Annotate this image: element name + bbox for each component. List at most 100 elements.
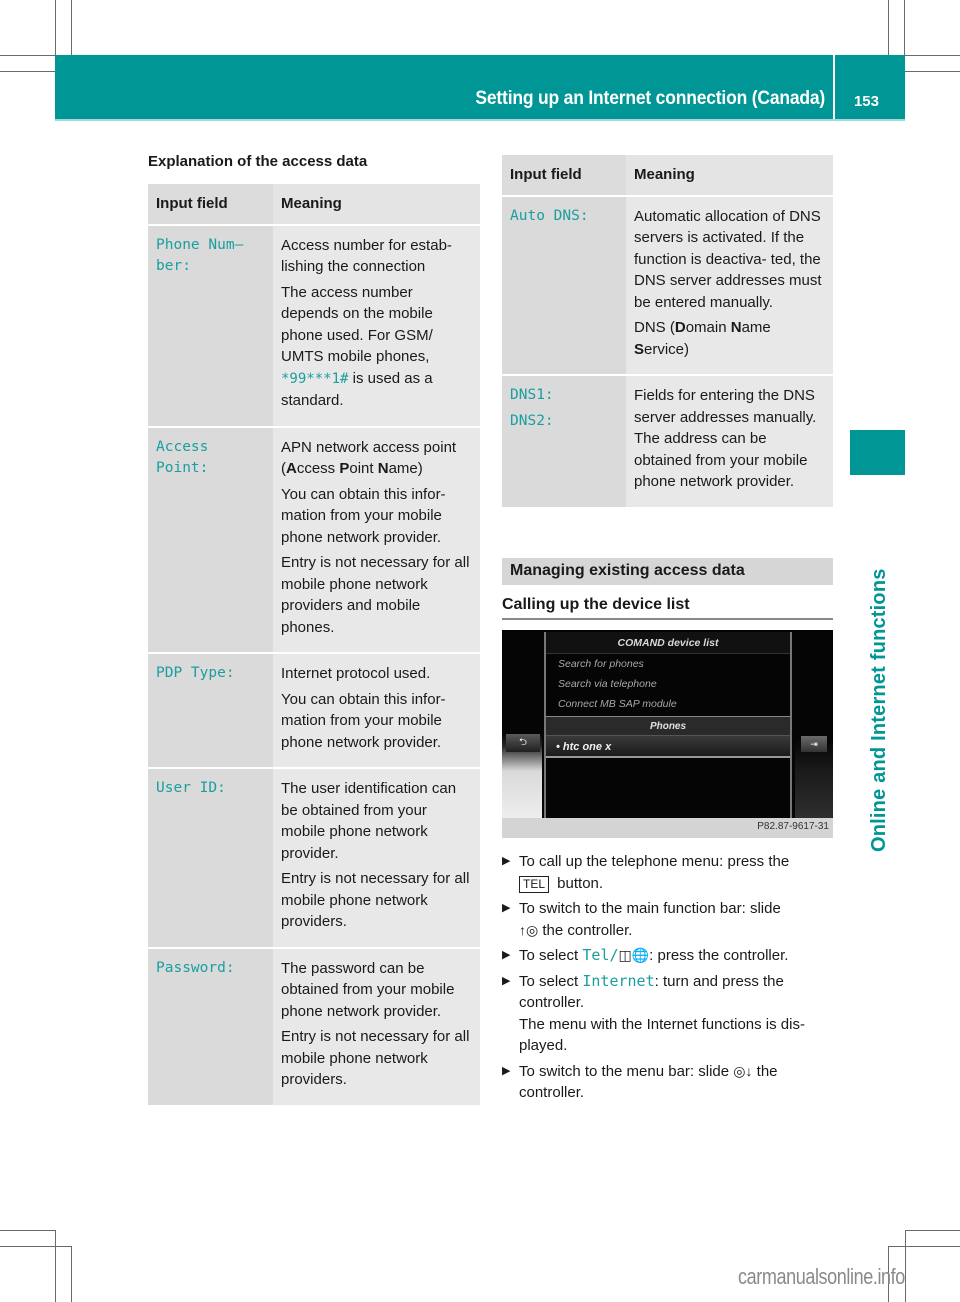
table-row: Access Point: APN network access point (A… (148, 425, 480, 653)
chapter-tab-marker (850, 430, 905, 475)
meaning-text: Access number for estab- lishing the con… (281, 236, 452, 276)
meaning-text-part: ervice) (644, 340, 690, 358)
screen-left-panel (502, 630, 542, 818)
menu-item-search-phones: Search for phones (558, 658, 644, 670)
access-data-table: Input field Meaning Phone Num– ber: Acces… (148, 184, 480, 1105)
step-arrow-icon: ▶ (502, 1064, 511, 1077)
table-header-row: Input field Meaning (502, 155, 833, 196)
field-cell: PDP Type: (148, 652, 273, 768)
phone-list-item: • htc one x (546, 736, 790, 758)
acronym-letter: N (730, 319, 742, 336)
step-result-text: The menu with the Internet functions is … (519, 1015, 805, 1055)
crop-mark (71, 0, 72, 55)
table-row: User ID: The user identification can be … (148, 767, 480, 948)
meaning-text: APN network access point (Access Point N… (281, 437, 472, 480)
crop-mark (905, 1230, 960, 1231)
field-dns2: DNS2: (510, 412, 554, 429)
meaning-text-part: The access number depends on the mobile … (281, 283, 433, 366)
step-text: To switch to the menu bar: slide (519, 1062, 734, 1080)
menu-code-tel: Tel/ (582, 946, 619, 964)
instruction-step: ▶ To select Internet: turn and press the… (502, 971, 833, 1057)
acronym-letter: N (377, 460, 389, 477)
meaning-text-part: ccess (296, 460, 340, 477)
field-cell: Phone Num– ber: (148, 223, 273, 427)
image-code: P82.87-9617-31 (757, 821, 829, 832)
back-icon: ⮌ (506, 734, 540, 752)
subsection-title-bar: Managing existing access data (502, 558, 833, 585)
menu-code-internet: Internet (582, 971, 655, 990)
meaning-text: You can obtain this infor- mation from y… (281, 690, 446, 751)
screen-right-panel (795, 630, 833, 818)
meaning-text: Entry is not necessary for all mobile ph… (281, 870, 470, 930)
meaning-cell: The password can be obtained from your m… (273, 946, 480, 1105)
meaning-text: Internet protocol used. (281, 665, 431, 682)
table-row: PDP Type: Internet protocol used. You ca… (148, 652, 480, 768)
crop-mark (71, 1246, 72, 1302)
meaning-text: Entry is not necessary for all mobile ph… (281, 554, 470, 636)
dns-data-table: Input field Meaning Auto DNS: Automatic … (502, 155, 833, 507)
acronym-letter: D (674, 319, 686, 336)
meaning-cell: Automatic allocation of DNS servers is a… (626, 194, 833, 375)
step-text: : press the controller. (649, 947, 789, 964)
field-password: Password: (156, 959, 235, 976)
meaning-text: You can obtain this infor- mation from y… (281, 485, 446, 546)
page-header: Setting up an Internet connection (Canad… (55, 55, 905, 121)
table-row: Auto DNS: Automatic allocation of DNS se… (502, 194, 833, 375)
meaning-text: The user identification can be obtained … (281, 780, 457, 862)
table-row: Phone Num– ber: Access number for estab- … (148, 223, 480, 427)
meaning-cell: Fields for entering the DNS server addre… (626, 374, 833, 507)
forward-icon: ⇥ (801, 736, 827, 752)
meaning-text: Entry is not necessary for all mobile ph… (281, 1028, 470, 1088)
globe-icon: ◫🌐 (618, 947, 650, 963)
step-text: button. (553, 874, 604, 892)
header-input-field: Input field (148, 184, 273, 225)
field-phone-number: Phone Num– ber: (156, 236, 244, 275)
step-text: To select (519, 972, 583, 990)
table-row: DNS1: DNS2: Fields for entering the DNS … (502, 374, 833, 507)
step-arrow-icon: ▶ (502, 902, 511, 914)
acronym-letter: A (286, 460, 297, 477)
tel-key-icon: TEL (519, 875, 550, 893)
step-text: To select (519, 947, 583, 964)
meaning-text: The access number depends on the mobile … (281, 282, 472, 412)
meaning-text: DNS (Domain Name Service) (634, 317, 825, 360)
field-cell: Password: (148, 946, 273, 1105)
crop-mark (55, 0, 56, 55)
meaning-text-part: ame) (388, 460, 423, 477)
controller-slide-down-icon: ◎↓ (733, 1062, 753, 1079)
meaning-text: The password can be obtained from your m… (281, 959, 455, 1020)
screen-main-panel: COMAND device list Search for phones Sea… (544, 632, 792, 818)
step-text: To switch to the main function bar: slid… (519, 900, 781, 917)
subsection-title: Managing existing access data (510, 562, 745, 579)
field-auto-dns: Auto DNS: (510, 207, 589, 224)
table-header-row: Input field Meaning (148, 184, 480, 225)
page-number: 153 (853, 93, 879, 110)
chapter-tab-label: Online and Internet functions (868, 568, 890, 852)
meaning-cell: Access number for estab- lishing the con… (273, 223, 480, 427)
meaning-text-part: oint (349, 460, 378, 477)
field-cell: DNS1: DNS2: (502, 374, 626, 507)
meaning-cell: Internet protocol used. You can obtain t… (273, 652, 480, 768)
instruction-step: ▶ To switch to the menu bar: slide ◎↓ th… (502, 1061, 833, 1104)
field-cell: User ID: (148, 767, 273, 948)
meaning-text: Automatic allocation of DNS servers is a… (634, 207, 822, 311)
menu-item-connect-sap: Connect MB SAP module (558, 698, 677, 710)
header-input-field: Input field (502, 155, 626, 196)
crop-mark (888, 0, 889, 55)
section-title: Explanation of the access data (148, 153, 368, 170)
instruction-step: ▶ To select Tel/◫🌐: press the controller… (502, 945, 833, 967)
step-arrow-icon: ▶ (502, 974, 511, 987)
meaning-text-part: omain (685, 319, 731, 336)
header-title: Setting up an Internet connection (Canad… (475, 88, 825, 109)
table-row: Password: The password can be obtained f… (148, 946, 480, 1105)
crop-mark (0, 1230, 55, 1231)
subheading: Calling up the device list (502, 596, 833, 620)
field-user-id: User ID: (156, 780, 226, 796)
meaning-text: Fields for entering the DNS server addre… (634, 387, 817, 490)
meaning-cell: APN network access point (Access Point N… (273, 425, 480, 653)
controller-slide-up-icon: ↑◎ (519, 921, 539, 938)
crop-mark (905, 71, 960, 72)
crop-mark (55, 1230, 56, 1302)
step-text: To call up the telephone menu: press the (519, 853, 790, 870)
field-pdp-type: PDP Type: (156, 665, 235, 681)
